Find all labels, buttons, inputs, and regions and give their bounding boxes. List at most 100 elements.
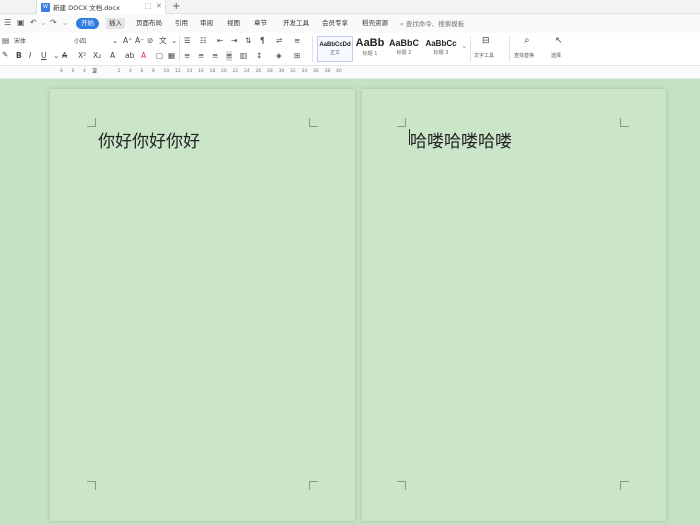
tab-developer[interactable]: 开发工具 [283, 18, 309, 29]
ruler-number: 4 [129, 69, 132, 74]
shrink-font-icon[interactable]: A⁻ [135, 36, 144, 46]
text-tools-icon[interactable]: ⊟ [482, 36, 490, 46]
horizontal-ruler[interactable]: 8 6 4 2 2 4 6 8 10 12 14 16 18 20 22 24 26 28 30 32 34 36 38 40… [0, 66, 700, 79]
margin-corner-mark [397, 481, 406, 490]
tab-view[interactable]: 视图 [227, 18, 240, 29]
command-search[interactable]: ⌕ 查找命令、搜索模板 [400, 18, 464, 29]
document-canvas[interactable]: 你好你好你好 哈喽哈喽哈喽 [0, 79, 700, 525]
line-spacing-icon[interactable]: ↕ [256, 51, 262, 61]
paste-icon[interactable]: ▤ [2, 36, 9, 46]
undo-icon[interactable]: ↶ [30, 18, 37, 27]
format-painter-icon[interactable]: ✎ [2, 50, 8, 60]
ruler-number: 24 [244, 69, 250, 74]
style-sample: AaBbCc [425, 39, 457, 48]
indent-marker-icon[interactable]: ⧖ [92, 67, 97, 76]
ribbon-separator [509, 36, 510, 62]
page-2[interactable]: 哈喽哈喽哈喽 [362, 89, 666, 521]
highlight-icon[interactable]: ab [125, 51, 134, 61]
select-cursor-icon[interactable]: ↖ [555, 36, 563, 46]
paragraph-more-icon[interactable]: ≡ [294, 36, 300, 46]
save-icon[interactable]: ▣ [17, 18, 25, 27]
pinyin-icon[interactable]: 文 [159, 36, 167, 46]
document-tab[interactable]: W 新建 DOCX 文档.docx ⬚ ✕ [36, 0, 166, 14]
menu-bar: ☰ ▣ ↶ ⌄ ↷ ⌄ 开始 插入 页面布局 引用 审阅 视图 章节 开发工具 … [0, 14, 700, 33]
margin-corner-mark [620, 481, 629, 490]
text-effect-icon[interactable]: A [110, 51, 115, 61]
text-tools-label[interactable]: 文字工具 [474, 52, 494, 59]
find-replace-label[interactable]: 查找替换 [514, 52, 534, 59]
redo-icon[interactable]: ↷ [50, 18, 57, 27]
borders-icon[interactable]: ⊞ [294, 51, 300, 61]
font-size-select[interactable]: 小四 [74, 37, 114, 47]
page-1[interactable]: 你好你好你好 [50, 89, 355, 521]
style-normal[interactable]: AaBbCcDd 正文 [317, 36, 353, 62]
strikethrough-icon[interactable]: A [62, 51, 67, 61]
ruler-number: 10 [163, 69, 170, 74]
tab-review[interactable]: 审阅 [200, 18, 213, 29]
ruler-number: 30 [278, 69, 285, 74]
increase-indent-icon[interactable]: ⇥ [231, 36, 237, 46]
tab-docer[interactable]: 稻壳资源 [362, 18, 388, 29]
ruler-number: 28 [267, 69, 273, 74]
bullet-list-icon[interactable]: ☰ [184, 36, 191, 46]
tab-references[interactable]: 引用 [175, 18, 188, 29]
restore-icon[interactable]: ⬚ [145, 2, 152, 10]
more-icon[interactable]: ⌄ [62, 18, 69, 27]
title-bar: W 新建 DOCX 文档.docx ⬚ ✕ + [0, 0, 700, 14]
decrease-indent-icon[interactable]: ⇤ [217, 36, 223, 46]
bold-icon[interactable]: B [16, 51, 22, 61]
ruler-number: 36 [313, 69, 319, 74]
close-tab-icon[interactable]: ✕ [156, 2, 162, 10]
tab-insert[interactable]: 插入 [106, 18, 125, 29]
grow-font-icon[interactable]: A⁺ [123, 36, 132, 46]
style-heading-3[interactable]: AaBbCc 标题 3 [422, 36, 460, 62]
justify-icon[interactable]: ≡ [226, 51, 233, 61]
subscript-icon[interactable]: X₂ [93, 51, 101, 61]
sort-icon[interactable]: ⇅ [245, 36, 251, 46]
styles-scroll-icon[interactable]: ⌄ [461, 41, 467, 51]
ruler-number: 12 [175, 69, 181, 74]
margin-corner-mark [87, 481, 96, 490]
style-heading-2[interactable]: AaBbC 标题 2 [387, 36, 421, 62]
underline-dropdown-icon[interactable]: ⌄ [53, 51, 59, 61]
ruler-number: 18 [209, 69, 216, 74]
ruler-number: 20 [221, 69, 227, 74]
find-replace-icon[interactable]: ⌕ [524, 36, 530, 46]
align-left-icon[interactable]: ≡ [184, 51, 190, 61]
new-tab-button[interactable]: + [172, 0, 180, 13]
tab-member[interactable]: 会员专享 [322, 18, 348, 29]
font-name-select[interactable]: 宋体 [14, 37, 70, 47]
superscript-icon[interactable]: X² [78, 51, 86, 61]
style-heading-1[interactable]: AaBb 标题 1 [354, 36, 386, 62]
tab-home[interactable]: 开始 [76, 18, 99, 29]
tab-stop-icon[interactable]: ⇌ [276, 36, 282, 46]
margin-corner-mark [397, 118, 406, 127]
tab-chapter[interactable]: 章节 [254, 18, 267, 29]
show-marks-icon[interactable]: ¶ [260, 36, 265, 46]
underline-icon[interactable]: U [41, 51, 47, 61]
ruler-number: 8 [152, 69, 155, 74]
char-shading-icon[interactable]: ▦ [168, 51, 175, 61]
italic-icon[interactable]: I [29, 51, 31, 61]
ruler-number: 34 [301, 69, 308, 74]
file-menu-icon[interactable]: ☰ [4, 18, 11, 27]
ribbon-separator [312, 36, 313, 62]
clear-format-icon[interactable]: ⊘ [147, 36, 153, 46]
distributed-icon[interactable]: ▥ [240, 51, 247, 61]
shading-icon[interactable]: ◈ [276, 51, 282, 61]
align-right-icon[interactable]: ≡ [212, 51, 218, 61]
align-center-icon[interactable]: ≡ [198, 51, 204, 61]
page-1-text[interactable]: 你好你好你好 [98, 127, 200, 152]
font-more-icon[interactable]: ⌄ [171, 36, 177, 46]
font-size-dropdown-icon[interactable]: ⌄ [112, 36, 118, 46]
ruler-number: 6 [140, 69, 144, 74]
dropdown-icon[interactable]: ⌄ [40, 18, 47, 27]
char-border-icon[interactable]: ▢ [156, 51, 163, 61]
font-color-icon[interactable]: A [141, 51, 146, 61]
tab-page-layout[interactable]: 页面布局 [136, 18, 162, 29]
numbered-list-icon[interactable]: ☷ [200, 36, 207, 46]
ruler-number: 6 [71, 69, 75, 74]
margin-corner-mark [87, 118, 96, 127]
select-label[interactable]: 选择 [551, 52, 561, 59]
page-2-text[interactable]: 哈喽哈喽哈喽 [410, 127, 512, 152]
